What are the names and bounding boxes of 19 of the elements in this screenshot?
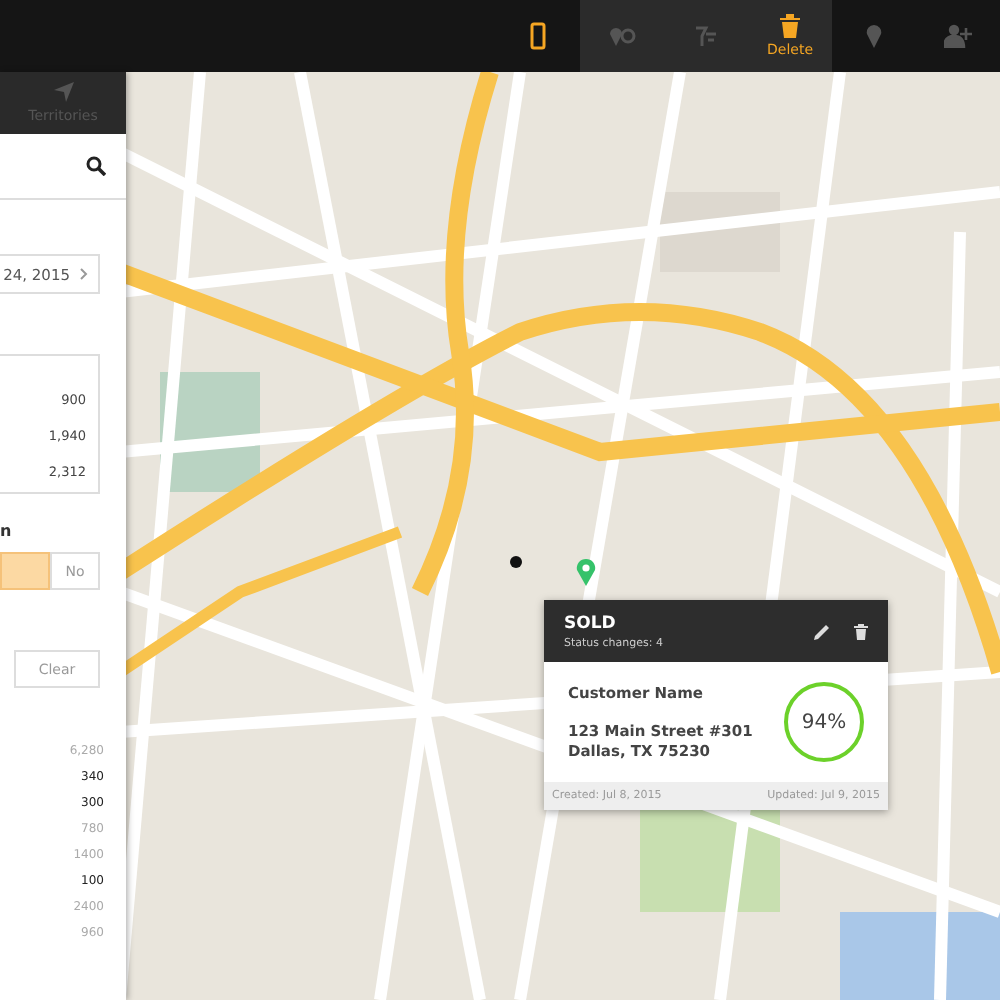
edit-button[interactable] <box>814 623 830 639</box>
percent-ring: 94% <box>784 682 864 762</box>
trash-icon <box>780 14 800 38</box>
delete-button[interactable] <box>854 623 868 639</box>
pencil-icon <box>814 623 830 639</box>
chevron-right-icon <box>80 268 88 280</box>
search-icon[interactable] <box>86 156 106 176</box>
trash-icon <box>854 623 868 639</box>
pin-chat-icon <box>608 24 636 48</box>
phone-icon <box>530 22 546 50</box>
map-pin-icon <box>576 558 596 586</box>
navigation-arrow-icon <box>53 82 73 102</box>
add-user-icon <box>944 24 972 48</box>
toggle-option[interactable] <box>0 552 50 590</box>
section-label: n <box>0 522 14 540</box>
filter-icon <box>694 24 718 48</box>
status-title: SOLD <box>564 613 618 633</box>
map-dot-icon <box>510 556 522 568</box>
location-pin-icon <box>866 24 882 48</box>
